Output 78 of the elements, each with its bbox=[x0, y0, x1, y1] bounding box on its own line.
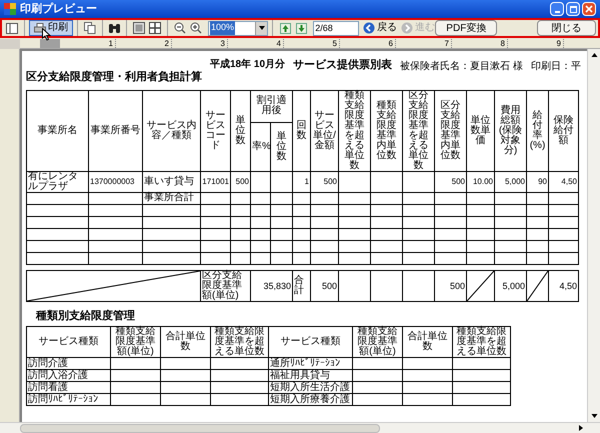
insured-name: 被保険者氏名：夏目漱石 様 bbox=[400, 60, 523, 74]
column-header: サービス単位/金額 bbox=[310, 90, 338, 171]
section-heading: 種類別支給限度管理 bbox=[36, 308, 135, 324]
column-header: 事業所番号 bbox=[88, 90, 142, 171]
column-header: サービスコード bbox=[200, 90, 230, 171]
table-cell: 5,000 bbox=[502, 280, 525, 290]
table-cell: 1370000003 bbox=[90, 176, 134, 186]
column-header: 費用総額(保険対象分) bbox=[494, 90, 526, 171]
table-cell: 90 bbox=[538, 176, 547, 186]
table-cell: 合計 bbox=[294, 274, 304, 296]
table-cell: 訪問介護 bbox=[28, 358, 68, 369]
table-cell: 車いす貸与 bbox=[144, 176, 194, 186]
column-header: 保険給付額 bbox=[548, 90, 578, 171]
copy-icon[interactable] bbox=[82, 19, 98, 37]
table-cell: 短期入所療養介護 bbox=[270, 394, 350, 405]
column-header: 種類支給限度基準内単位数 bbox=[370, 90, 402, 171]
back-button[interactable]: 戻る bbox=[363, 22, 398, 34]
ruler-corner bbox=[0, 39, 20, 49]
column-header: 区分支給限度基準内単位数 bbox=[434, 90, 466, 171]
table-cell: 福祉用具貸与 bbox=[270, 370, 330, 381]
table-cell: 500 bbox=[452, 176, 465, 186]
table-cell: 4,50 bbox=[561, 176, 577, 186]
table-cell: 500 bbox=[322, 280, 337, 290]
close-button[interactable] bbox=[582, 2, 596, 16]
column-header: サービス種類 bbox=[268, 326, 352, 358]
table-cell: 4,50 bbox=[559, 280, 577, 290]
zoom-select[interactable]: 100% bbox=[208, 20, 268, 36]
caret-icon bbox=[258, 26, 265, 30]
column-header: 単位数単価 bbox=[466, 90, 494, 171]
report-period: 平成18年 10月分 bbox=[210, 58, 286, 72]
column-header: 合計単位数 bbox=[160, 326, 210, 358]
close-icon bbox=[585, 5, 593, 13]
table-cell: 訪問入浴介護 bbox=[28, 370, 88, 381]
ruler-label: 8 bbox=[452, 39, 508, 48]
ruler-label: 2 bbox=[116, 39, 172, 48]
ruler-label: 9 bbox=[508, 39, 564, 48]
single-page-icon[interactable] bbox=[131, 19, 148, 37]
table-cell: 短期入所生活介護 bbox=[270, 382, 350, 393]
table-cell: 35,830 bbox=[263, 280, 291, 290]
ruler-label: 5 bbox=[284, 39, 340, 48]
pdf-button[interactable]: PDF変換 bbox=[435, 20, 498, 36]
column-header: 単位数 bbox=[230, 90, 250, 171]
close-preview-button[interactable]: 閉じる bbox=[537, 20, 596, 36]
table-cell: 5,000 bbox=[504, 176, 525, 186]
minimize-button[interactable] bbox=[550, 2, 564, 16]
vertical-scrollbar[interactable] bbox=[587, 49, 600, 422]
page-field[interactable]: 2/68 bbox=[313, 20, 360, 36]
table-cell: 訪問看護 bbox=[28, 382, 68, 393]
table-cell: 500 bbox=[450, 280, 465, 290]
ruler-label: 1 bbox=[60, 39, 116, 48]
ruler-label: 3 bbox=[172, 39, 228, 48]
table-cell: 通所ﾘﾊﾋﾞﾘﾃｰｼｮﾝ bbox=[270, 358, 340, 369]
app-icon bbox=[4, 3, 16, 15]
column-header: 給付率(%) bbox=[526, 90, 548, 171]
table-cell: 訪問ﾘﾊﾋﾞﾘﾃｰｼｮﾝ bbox=[28, 394, 98, 405]
scroll-thumb[interactable] bbox=[20, 424, 380, 432]
ruler-label: 6 bbox=[340, 39, 396, 48]
column-header: 割引適用後 bbox=[250, 90, 292, 123]
report-heading: 区分支給限度管理・利用者負担計算 bbox=[26, 70, 202, 85]
maximize-button[interactable] bbox=[566, 2, 580, 16]
table-cell: 1 bbox=[304, 176, 309, 186]
column-header: 合計単位数 bbox=[402, 326, 452, 358]
table-cell: 500 bbox=[324, 176, 337, 186]
report-title: サービス提供票別表 bbox=[293, 58, 392, 73]
ruler-label: 7 bbox=[396, 39, 452, 48]
column-header: 回数 bbox=[292, 90, 310, 171]
horizontal-scrollbar[interactable] bbox=[0, 422, 600, 433]
table-cell: 500 bbox=[236, 176, 249, 186]
print-date: 印刷日：平 bbox=[530, 60, 581, 74]
column-header: 事業所名 bbox=[26, 90, 88, 171]
multi-page-icon[interactable] bbox=[147, 19, 164, 37]
table-cell: 有にレンタルプラザ bbox=[28, 170, 78, 192]
column-header: サービス内容／種類 bbox=[142, 90, 200, 171]
column-header: サービス種類 bbox=[26, 326, 110, 358]
table-cell: 171001 bbox=[202, 176, 229, 186]
window-title: 印刷プレビュー bbox=[20, 2, 97, 17]
ruler-label: 4 bbox=[228, 39, 284, 48]
table-cell: 10.00 bbox=[472, 176, 493, 186]
